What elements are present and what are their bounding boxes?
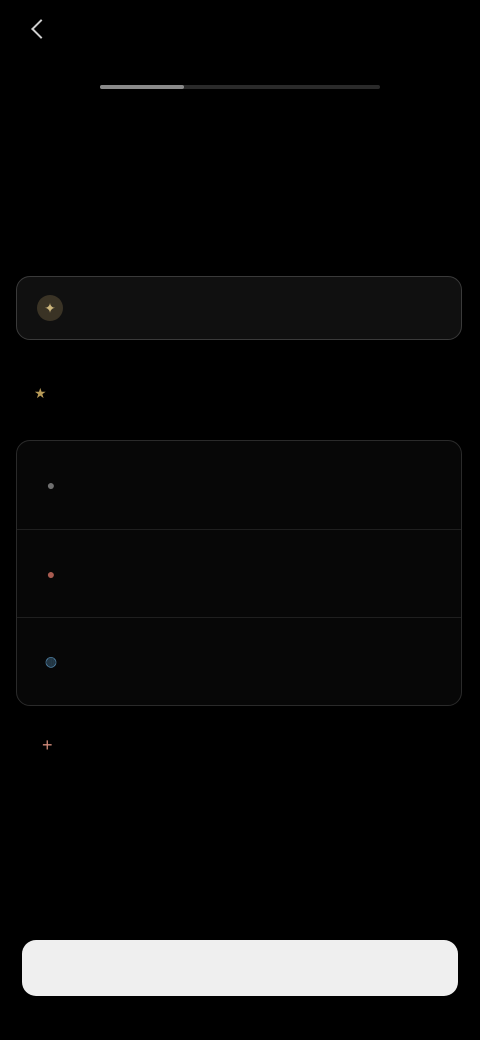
dot-icon: ● (46, 477, 56, 493)
section-header: ★ (34, 385, 59, 402)
option-item-1[interactable]: ● (17, 441, 461, 529)
progress-fill (100, 85, 184, 89)
dot-icon: ● (46, 565, 56, 582)
primary-option[interactable]: ✦ (16, 276, 462, 340)
star-icon: ★ (34, 385, 47, 401)
option-item-3[interactable]: ◍ (17, 617, 461, 705)
add-more-button[interactable]: + (42, 735, 67, 756)
back-button[interactable] (28, 14, 56, 44)
plus-icon: + (42, 735, 53, 755)
chevron-left-icon (31, 19, 51, 39)
progress-bar (100, 85, 380, 89)
continue-button[interactable] (22, 940, 458, 996)
top-bar (0, 0, 480, 60)
option-item-2[interactable]: ● (17, 529, 461, 617)
options-list: ● ● ◍ (16, 440, 462, 706)
sparkle-icon: ✦ (37, 295, 63, 321)
globe-icon: ◍ (44, 653, 58, 669)
